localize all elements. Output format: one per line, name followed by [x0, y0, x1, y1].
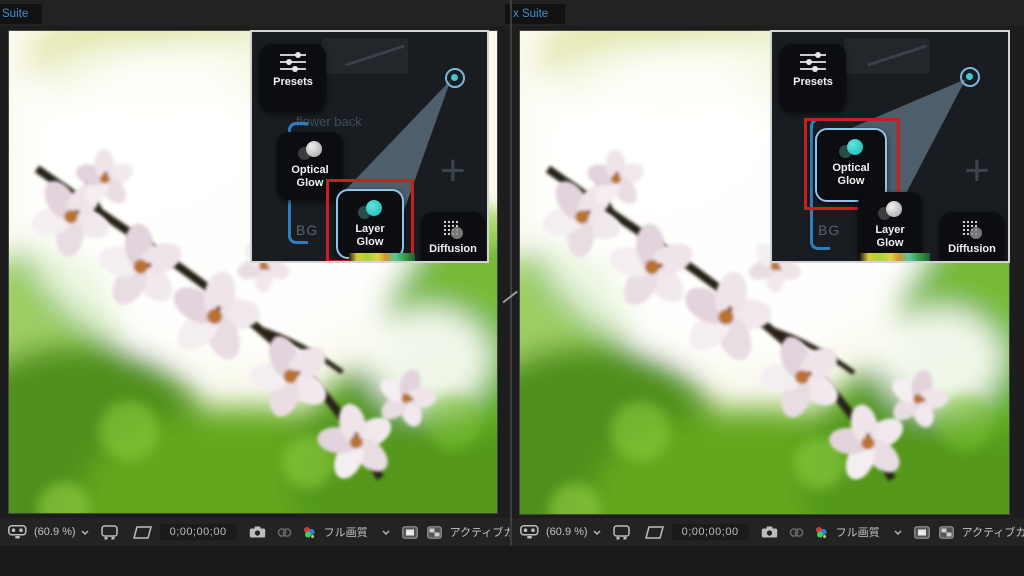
tile-label: Diffusion — [429, 243, 477, 255]
diffusion-icon — [959, 220, 985, 240]
glow-icon — [297, 141, 323, 161]
snapshot-camera-icon[interactable] — [249, 526, 266, 538]
app-window: Suite x Suite flower back + BG Presets O… — [0, 0, 1024, 576]
camera-view-dropdown[interactable]: アクティブカメラ — [962, 524, 1024, 540]
goggles-icon[interactable] — [8, 525, 27, 539]
tile-label: Diffusion — [948, 243, 996, 255]
diffusion-tile[interactable]: Diffusion — [421, 212, 485, 261]
panel-footer — [512, 546, 1024, 576]
color-strip — [860, 253, 930, 261]
timecode-field[interactable]: 0;00;00;00 — [671, 524, 749, 540]
viewer-panel-left: flower back + BG Presets Optical Glow La… — [0, 0, 554, 576]
add-plus-icon: + — [964, 146, 990, 195]
tile-label: Layer Glow — [875, 224, 905, 249]
region-of-interest-icon[interactable] — [644, 525, 664, 539]
timecode-field[interactable]: 0;00;00;00 — [159, 524, 237, 540]
region-of-interest-icon[interactable] — [132, 525, 152, 539]
bg-layer-label: BG — [296, 222, 319, 238]
composition-viewer: flower back + BG Presets Optical Glow La… — [0, 26, 512, 518]
color-strip — [349, 253, 415, 261]
channel-rgb-icon[interactable] — [814, 526, 828, 539]
sliders-icon — [280, 52, 306, 73]
tile-label: Presets — [273, 76, 313, 88]
plugin-overlay-panel: flower back + BG Presets Optical Glow La… — [250, 30, 489, 263]
transparency-grid-icon[interactable] — [938, 525, 954, 539]
target-region-icon[interactable] — [401, 525, 418, 539]
zoom-dropdown[interactable]: (60.9 %) — [546, 526, 601, 538]
goggles-icon[interactable] — [520, 525, 539, 539]
add-plus-icon: + — [440, 146, 466, 195]
channel-rgb-icon[interactable] — [302, 526, 316, 539]
highlight-red-box — [326, 179, 414, 261]
presets-tile[interactable]: Presets — [260, 44, 326, 112]
tile-label: Presets — [793, 76, 833, 88]
viewer-panel-right: + BG Presets Optical Glow Layer Glow Dif… — [512, 0, 1024, 576]
diffusion-icon — [440, 220, 466, 240]
viewer-toolbar: (60.9 %) 0;00;00;00 — [512, 518, 1024, 546]
sliders-icon — [800, 52, 826, 73]
target-circle-icon — [960, 67, 980, 87]
composition-viewer: + BG Presets Optical Glow Layer Glow Dif… — [512, 26, 1024, 518]
zoom-dropdown[interactable]: (60.9 %) — [34, 526, 89, 538]
panel-divider[interactable] — [510, 0, 512, 546]
panel-footer — [0, 546, 512, 576]
grid-options-icon[interactable] — [100, 524, 119, 540]
show-snapshot-icon[interactable] — [277, 527, 292, 538]
snapshot-camera-icon[interactable] — [761, 526, 778, 538]
transparency-grid-icon[interactable] — [426, 525, 442, 539]
resolution-dropdown[interactable]: フル画質 — [836, 524, 902, 540]
resolution-dropdown[interactable]: フル画質 — [324, 524, 390, 540]
diffusion-tile[interactable]: Diffusion — [940, 212, 1004, 261]
target-circle-icon — [445, 68, 465, 88]
show-snapshot-icon[interactable] — [789, 527, 804, 538]
viewer-toolbar: (60.9 %) 0;00;00;00 — [0, 518, 554, 546]
glow-icon — [877, 201, 903, 221]
layer-glow-tile[interactable]: Layer Glow — [858, 192, 922, 261]
target-region-icon[interactable] — [913, 525, 930, 539]
plugin-overlay-panel: + BG Presets Optical Glow Layer Glow Dif… — [770, 30, 1010, 263]
presets-tile[interactable]: Presets — [780, 44, 846, 112]
bg-layer-label: BG — [818, 222, 841, 238]
grid-options-icon[interactable] — [612, 524, 631, 540]
